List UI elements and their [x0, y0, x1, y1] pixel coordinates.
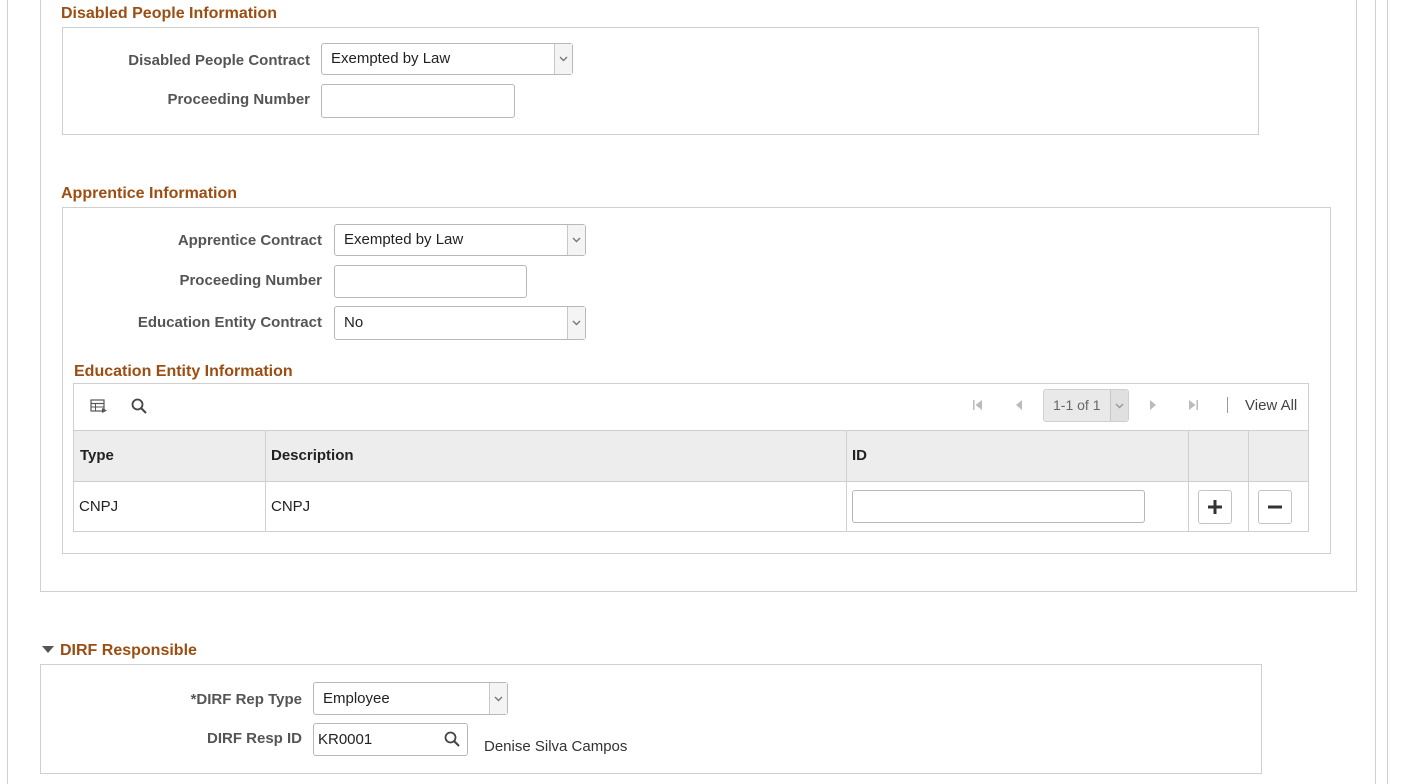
- disabled-people-title: Disabled People Information: [61, 5, 278, 22]
- chevron-down-icon: [567, 225, 585, 255]
- grid-header-row: [74, 430, 1308, 482]
- apprentice-contract-value: Exempted by Law: [344, 231, 464, 248]
- chevron-down-icon: [1110, 390, 1128, 421]
- row-id-input[interactable]: [852, 490, 1145, 523]
- previous-page-icon[interactable]: [1010, 396, 1028, 414]
- chevron-down-icon: [567, 307, 585, 339]
- collapse-triangle-icon[interactable]: [41, 645, 54, 655]
- chevron-down-icon: [489, 683, 507, 714]
- minus-icon: [1268, 505, 1282, 509]
- row-range-value: 1-1 of 1: [1053, 397, 1101, 413]
- dirf-rep-type-value: Employee: [323, 690, 390, 707]
- disabled-people-contract-label: Disabled People Contract: [128, 52, 310, 69]
- dirf-rep-type-label: *DIRF Rep Type: [190, 691, 302, 708]
- group-box-right: [1356, 0, 1357, 591]
- add-row-button[interactable]: [1198, 490, 1232, 524]
- lookup-search-icon[interactable]: [444, 731, 460, 747]
- dirf-resp-name: Denise Silva Campos: [484, 738, 628, 755]
- page-frame-right: [1387, 0, 1388, 784]
- first-page-icon[interactable]: [969, 396, 987, 414]
- row-type-cell: CNPJ: [79, 498, 119, 515]
- disabled-people-proceeding-label: Proceeding Number: [167, 91, 310, 108]
- personalize-grid-icon[interactable]: [88, 396, 110, 416]
- group-box-bottom: [40, 591, 1357, 592]
- dirf-resp-id-field[interactable]: KR0001: [313, 723, 468, 756]
- education-entity-contract-select[interactable]: No: [334, 306, 586, 340]
- apprentice-contract-label: Apprentice Contract: [177, 232, 322, 249]
- col-sep-1: [265, 430, 266, 531]
- col-sep-2: [846, 430, 847, 531]
- dirf-responsible-panel: [40, 664, 1262, 774]
- col-sep-3: [1188, 430, 1189, 531]
- delete-row-button[interactable]: [1258, 490, 1292, 524]
- column-header-description: Description: [271, 447, 354, 464]
- view-all-link[interactable]: View All: [1245, 397, 1297, 414]
- row-description-cell: CNPJ: [271, 498, 311, 515]
- page-frame-right-inner: [1375, 0, 1376, 784]
- col-sep-4: [1248, 430, 1249, 531]
- toolbar-divider: [1227, 397, 1228, 413]
- disabled-people-panel: [62, 27, 1259, 135]
- find-search-icon[interactable]: [128, 396, 150, 416]
- education-entity-title: Education Entity Information: [74, 363, 293, 380]
- next-page-icon[interactable]: [1144, 396, 1162, 414]
- education-entity-contract-value: No: [344, 314, 364, 331]
- dirf-rep-type-select[interactable]: Employee: [313, 682, 508, 715]
- disabled-people-contract-value: Exempted by Law: [331, 50, 451, 67]
- page-frame-left: [7, 0, 8, 784]
- last-page-icon[interactable]: [1184, 396, 1202, 414]
- dirf-resp-id-label: DIRF Resp ID: [206, 730, 302, 747]
- apprentice-proceeding-input[interactable]: [334, 265, 527, 298]
- dirf-resp-id-value: KR0001: [318, 731, 373, 748]
- group-box-left: [40, 0, 41, 591]
- chevron-down-icon: [554, 44, 572, 74]
- plus-icon: [1208, 500, 1222, 514]
- apprentice-contract-select[interactable]: Exempted by Law: [334, 224, 586, 256]
- dirf-responsible-title[interactable]: DIRF Responsible: [60, 642, 197, 660]
- disabled-people-contract-select[interactable]: Exempted by Law: [321, 43, 573, 75]
- column-header-type: Type: [80, 447, 114, 464]
- apprentice-title: Apprentice Information: [61, 185, 238, 202]
- disabled-people-proceeding-input[interactable]: [321, 84, 515, 118]
- education-entity-contract-label: Education Entity Contract: [137, 314, 322, 331]
- column-header-id: ID: [852, 447, 867, 464]
- row-range-select[interactable]: 1-1 of 1: [1043, 389, 1129, 422]
- apprentice-proceeding-label: Proceeding Number: [179, 272, 322, 289]
